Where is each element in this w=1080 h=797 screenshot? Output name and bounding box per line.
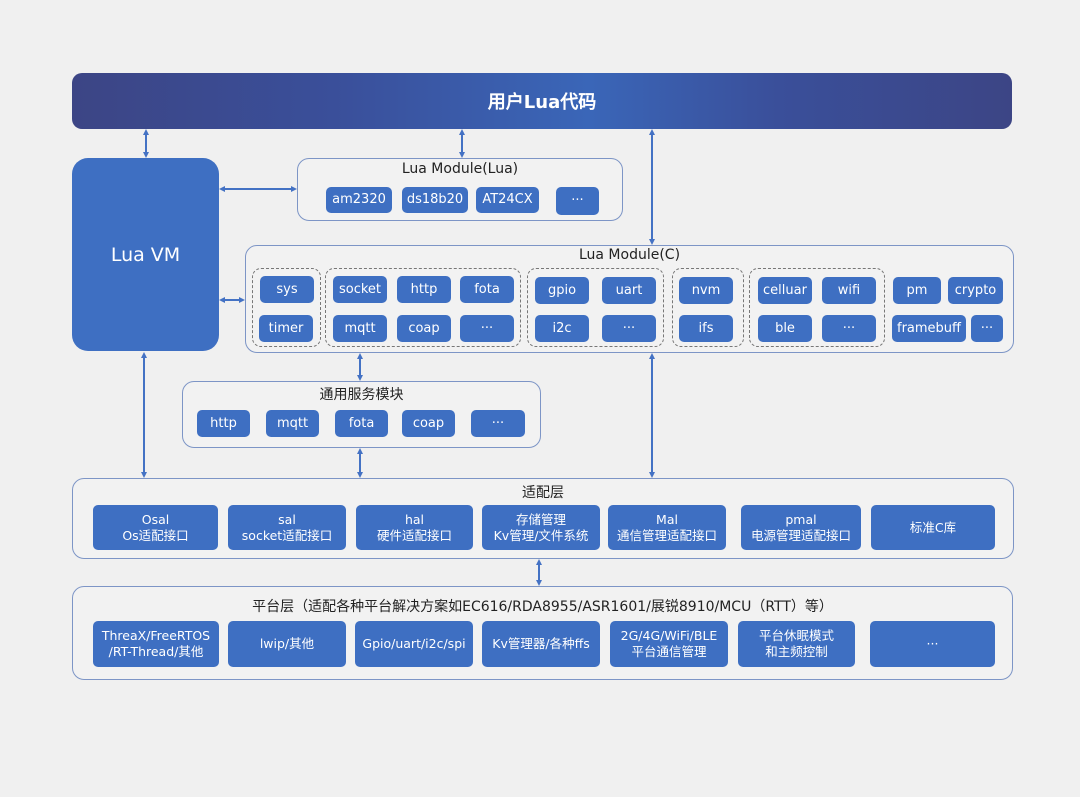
connector-arrows <box>141 129 655 586</box>
